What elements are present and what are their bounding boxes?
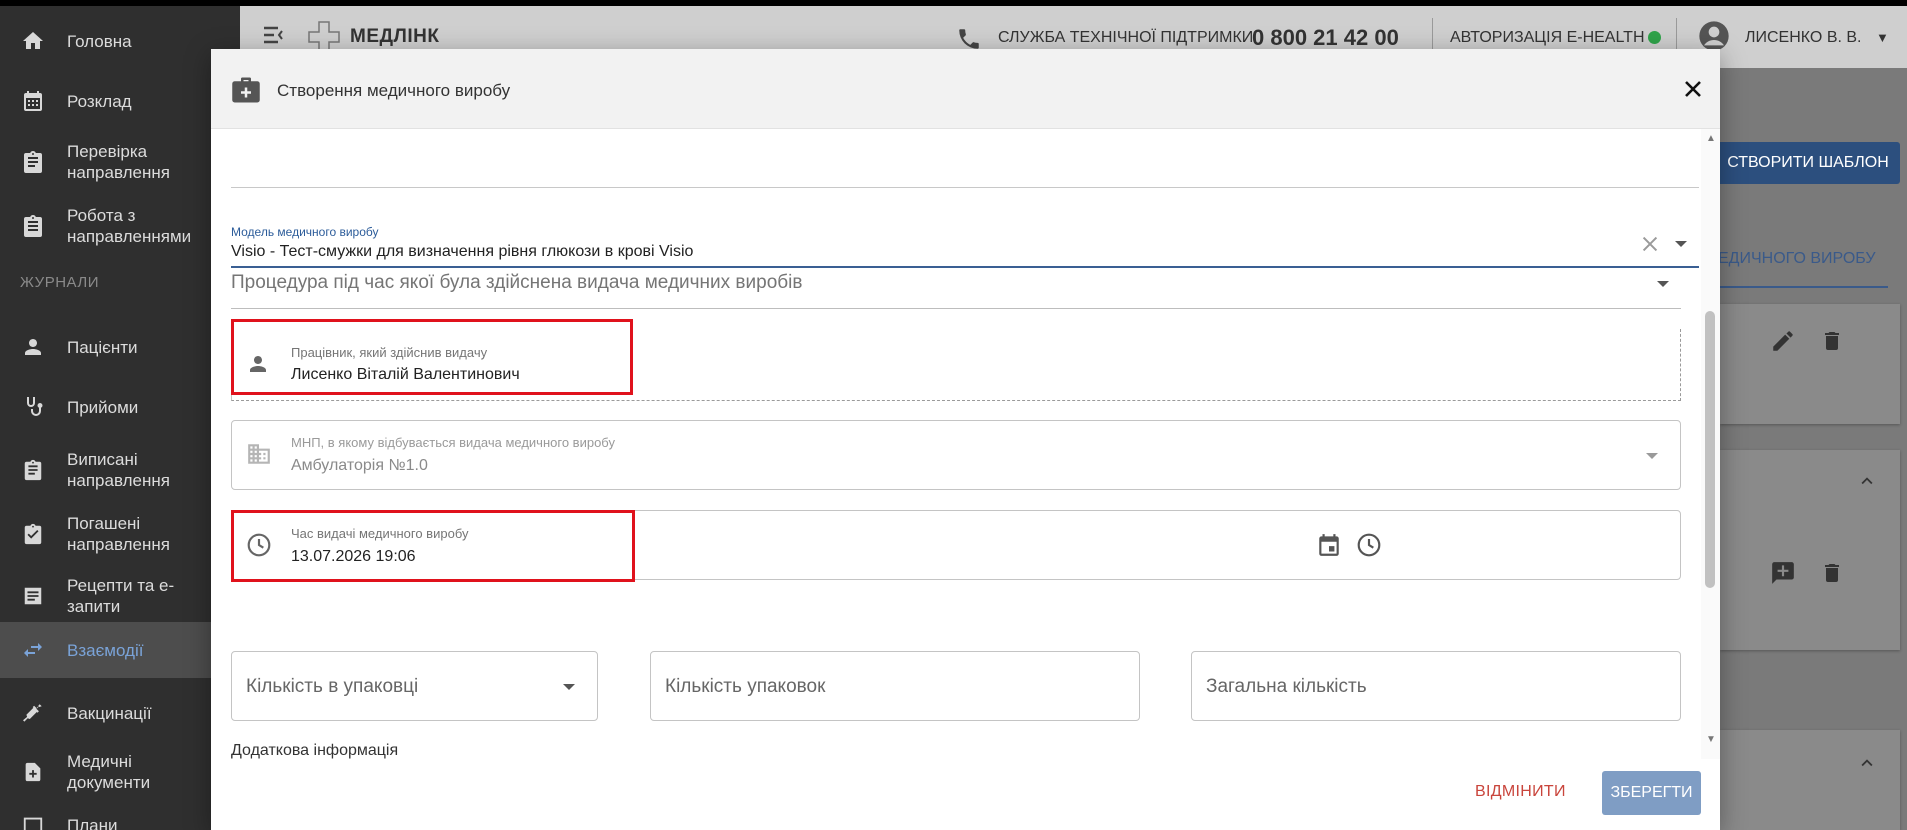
chevron-down-icon[interactable]: [561, 680, 577, 699]
tab-indicator: [1720, 286, 1888, 288]
sidebar-item-label: Головна: [67, 31, 132, 51]
sidebar-item-label: Перевірка направлення: [67, 142, 170, 182]
delete-icon[interactable]: [1820, 328, 1844, 359]
background-card: [1720, 730, 1900, 830]
chevron-down-icon[interactable]: [1644, 449, 1660, 468]
sidebar-item-interactions[interactable]: Взаємодії: [0, 622, 240, 678]
background-card: [1720, 304, 1900, 424]
procedure-select[interactable]: Процедура під час якої була здійснена ви…: [231, 257, 1681, 309]
sidebar-item-label: Пацієнти: [67, 337, 138, 357]
plan-icon: [20, 812, 46, 830]
scroll-up-arrow-icon[interactable]: ▲: [1706, 133, 1716, 144]
sidebar-item-label: Виписані направлення: [67, 450, 170, 490]
medical-kit-icon: [231, 76, 261, 109]
device-model-label: Модель медичного виробу: [231, 225, 379, 239]
sidebar-item-appointments[interactable]: Прийоми: [0, 382, 240, 432]
qty-in-pack-placeholder: Кількість в упаковці: [246, 676, 419, 697]
sidebar-item-label: Медичні документи: [67, 752, 151, 792]
packs-count-input[interactable]: Кількість упаковок: [650, 651, 1140, 721]
clipboard-icon: [20, 457, 46, 483]
clock-icon[interactable]: [1356, 532, 1382, 563]
dialog-footer: ВІДМІНИТИ ЗБЕРЕГТИ: [211, 759, 1720, 830]
sidebar-item-label: Плани: [67, 815, 118, 830]
delete-icon[interactable]: [1820, 560, 1844, 591]
sidebar-item-issued-referrals[interactable]: Виписані направлення: [0, 442, 240, 498]
support-label: СЛУЖБА ТЕХНІЧНОЇ ПІДТРИМКИ: [998, 29, 1254, 46]
sidebar-section-title: ЖУРНАЛИ: [20, 274, 100, 291]
sidebar-item-label: Рецепти та е- запити: [67, 576, 175, 616]
stethoscope-icon: [20, 394, 46, 420]
sidebar-item-prescriptions[interactable]: Рецепти та е- запити: [0, 568, 240, 624]
sidebar: Головна Розклад Перевірка направлення Ро…: [0, 6, 240, 830]
chevron-down-icon[interactable]: ▼: [1876, 30, 1889, 45]
sidebar-item-vaccinations[interactable]: Вакцинації: [0, 688, 240, 738]
sidebar-item-label: Розклад: [67, 91, 132, 111]
ehealth-status-dot: [1648, 31, 1661, 44]
background-card: [1720, 450, 1900, 650]
tab-medical-device[interactable]: ЕДИЧНОГО ВИРОБУ: [1718, 250, 1876, 268]
ehealth-auth-label[interactable]: АВТОРИЗАЦІЯ E-HEALTH: [1450, 29, 1645, 47]
sidebar-item-referrals-work[interactable]: Робота з направленнями: [0, 198, 240, 254]
divider: [231, 187, 1699, 188]
dialog-title: Створення медичного виробу: [277, 81, 511, 100]
facility-label: МНП, в якому відбувається видача медично…: [291, 435, 615, 450]
sidebar-item-home[interactable]: Головна: [0, 16, 240, 66]
chevron-down-icon[interactable]: [1673, 237, 1689, 256]
list-icon: [20, 583, 46, 609]
calendar-icon: [20, 88, 46, 114]
chevron-up-icon[interactable]: [1856, 752, 1878, 779]
syringe-icon: [20, 700, 46, 726]
building-icon: [246, 441, 272, 472]
menu-collapse-icon[interactable]: [262, 24, 288, 51]
sidebar-item-label: Вакцинації: [67, 703, 152, 723]
calendar-icon[interactable]: [1316, 531, 1342, 564]
sidebar-item-patients[interactable]: Пацієнти: [0, 322, 240, 372]
support-phone[interactable]: 0 800 21 42 00: [1252, 25, 1399, 51]
sidebar-item-plans[interactable]: Плани: [0, 810, 240, 830]
brand-name: МЕДЛІНК: [350, 26, 440, 47]
dialog-body: Модель медичного виробу Visio - Тест-сму…: [211, 129, 1720, 813]
highlight-box-employee: [231, 319, 633, 395]
packs-count-placeholder: Кількість упаковок: [665, 676, 826, 697]
edit-icon[interactable]: [1770, 328, 1796, 359]
scrollbar-thumb[interactable]: [1705, 311, 1715, 588]
highlight-box-time: [231, 510, 635, 582]
sidebar-item-label: Погашені направлення: [67, 514, 170, 554]
document-plus-icon: [20, 759, 46, 785]
save-button[interactable]: ЗБЕРЕГТИ: [1602, 771, 1701, 815]
chevron-down-icon[interactable]: [1655, 277, 1671, 296]
scroll-down-arrow-icon[interactable]: ▼: [1706, 734, 1716, 745]
user-name[interactable]: ЛИСЕНКО В. В.: [1745, 29, 1862, 47]
facility-value: Амбулаторія №1.0: [291, 457, 428, 474]
facility-select[interactable]: МНП, в якому відбувається видача медично…: [231, 420, 1681, 490]
clear-icon[interactable]: [1639, 233, 1661, 260]
total-count-input[interactable]: Загальна кількість: [1191, 651, 1681, 721]
sidebar-item-schedule[interactable]: Розклад: [0, 76, 240, 126]
sidebar-item-redeemed-referrals[interactable]: Погашені направлення: [0, 506, 240, 562]
dialog-header: Створення медичного виробу: [211, 49, 1720, 129]
home-icon: [20, 28, 46, 54]
create-template-button[interactable]: СТВОРИТИ ШАБЛОН: [1716, 142, 1900, 184]
qty-in-pack-select[interactable]: Кількість в упаковці: [231, 651, 598, 721]
clipboard-list-icon: [20, 213, 46, 239]
additional-info-heading: Додаткова інформація: [231, 742, 399, 759]
swap-icon: [20, 637, 46, 663]
clipboard-check-icon: [20, 521, 46, 547]
close-icon[interactable]: [1681, 77, 1705, 101]
sidebar-item-label: Робота з направленнями: [67, 206, 192, 246]
create-medical-device-dialog: Створення медичного виробу Модель медичн…: [211, 49, 1720, 830]
sidebar-item-medical-documents[interactable]: Медичні документи: [0, 744, 240, 800]
person-icon: [20, 334, 46, 360]
sidebar-item-label: Прийоми: [67, 397, 139, 417]
chevron-up-icon[interactable]: [1856, 470, 1878, 497]
total-count-placeholder: Загальна кількість: [1206, 676, 1367, 697]
clipboard-icon: [20, 149, 46, 175]
cancel-button[interactable]: ВІДМІНИТИ: [1475, 783, 1566, 801]
procedure-placeholder: Процедура під час якої була здійснена ви…: [231, 272, 803, 293]
add-comment-icon[interactable]: [1770, 560, 1796, 591]
sidebar-item-label: Взаємодії: [67, 640, 144, 660]
sidebar-item-check-referral[interactable]: Перевірка направлення: [0, 134, 240, 190]
